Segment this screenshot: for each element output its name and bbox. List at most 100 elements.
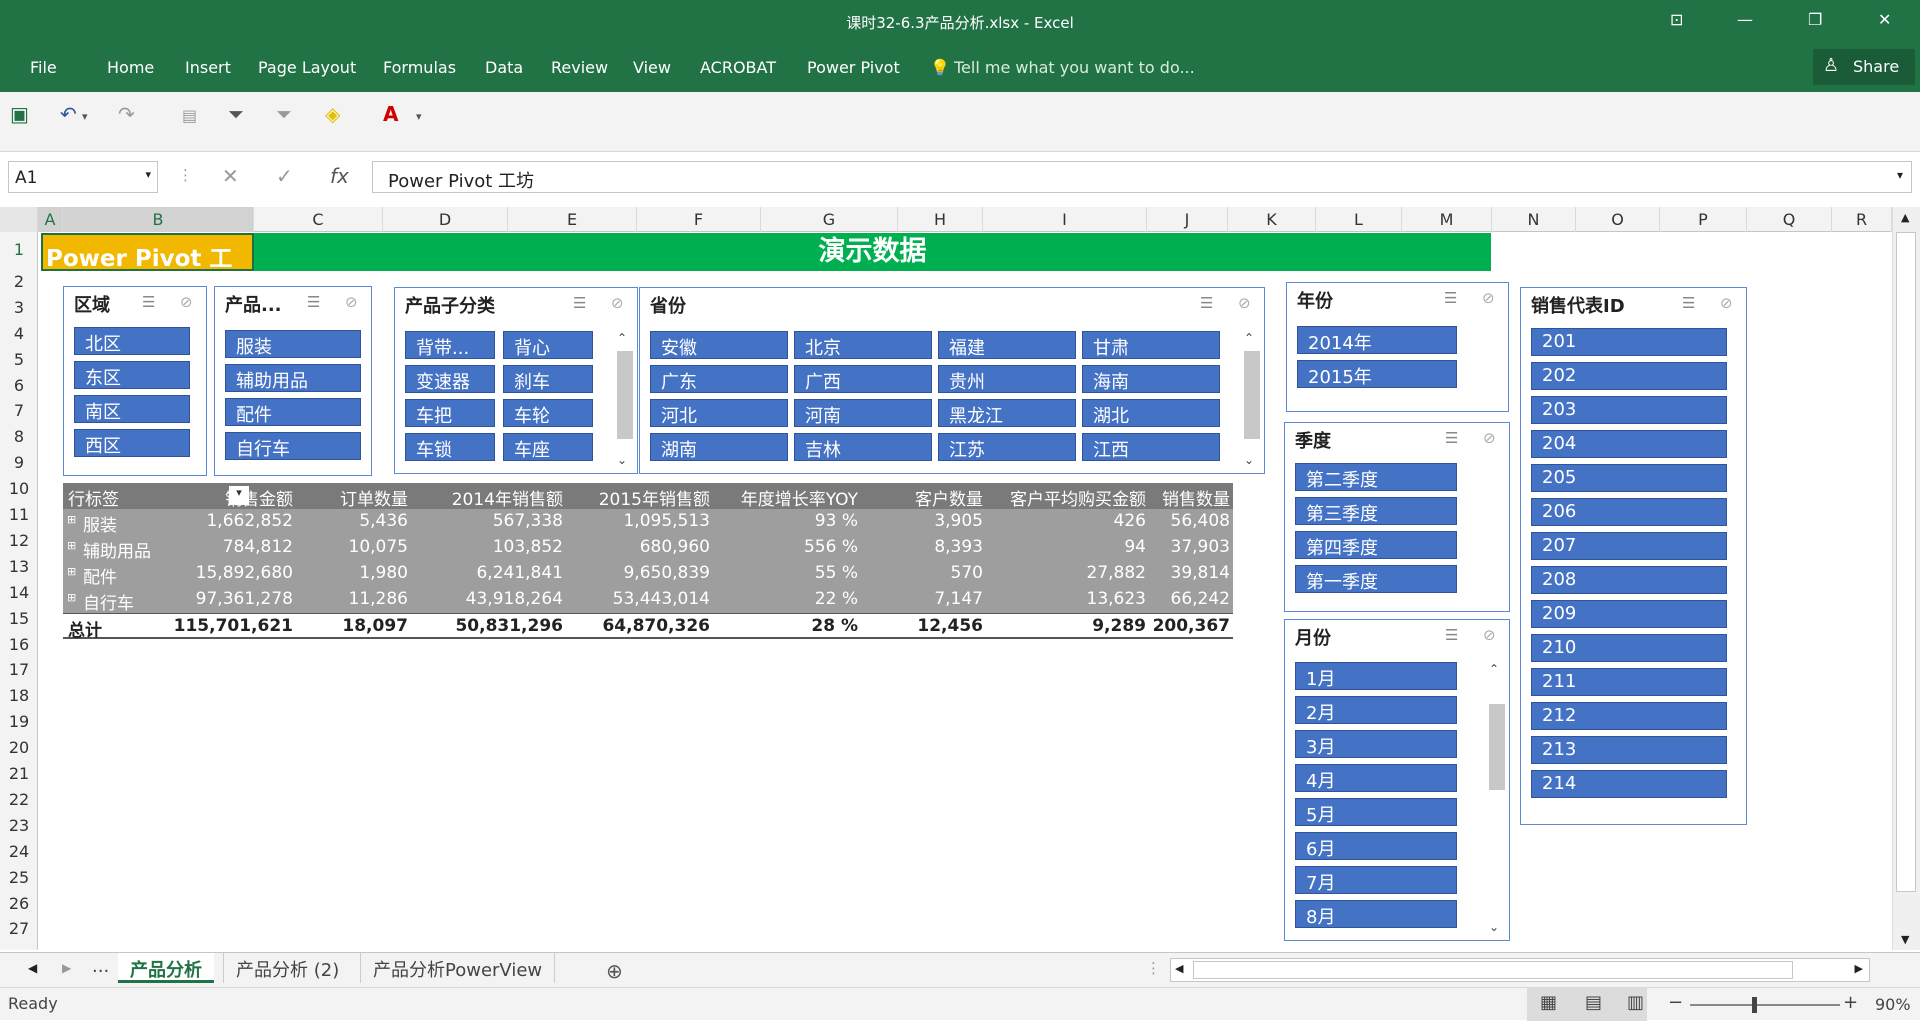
chevron-up-icon[interactable]: ⌃ [617,331,627,345]
slicer-scrollbar[interactable]: ⌃ ⌄ [1487,662,1507,934]
pivot-column-header[interactable]: 行标签 [68,485,119,510]
slicer-item[interactable]: 北区 [74,327,190,355]
vertical-scroll-thumb[interactable] [1896,232,1916,892]
row-label-filter-button[interactable]: ▾ [229,486,249,505]
pivot-value-cell[interactable]: 10,075 [349,537,408,557]
slicer-scroll-thumb[interactable] [1244,351,1260,439]
pivot-value-cell[interactable]: 37,903 [1171,537,1230,557]
slicer-item[interactable]: 1月 [1295,662,1457,690]
slicer-item[interactable]: 210 [1531,634,1727,662]
customize-qat-icon[interactable]: ▾ [416,110,422,123]
horizontal-scrollbar[interactable]: ◀ ▶ [1170,958,1870,982]
expand-icon[interactable]: ⊞ [67,513,76,526]
pivot-value-cell[interactable]: 1,662,852 [206,511,293,531]
cancel-icon[interactable]: ✕ [222,164,239,188]
chevron-down-icon[interactable]: ⌄ [1244,453,1254,467]
pivot-value-cell[interactable]: 680,960 [640,537,710,557]
pivot-value-cell[interactable]: 426 [1114,511,1146,531]
pivot-row-label[interactable]: 辅助用品 [83,537,151,562]
slicer-item[interactable]: 南区 [74,395,190,423]
slicer-item[interactable]: 黑龙江 [938,399,1076,427]
slicer-scrollbar[interactable]: ⌃ ⌄ [615,331,635,467]
expand-icon[interactable]: ⊞ [67,539,76,552]
row-header[interactable]: 21 [0,764,38,789]
pivot-value-cell[interactable]: 93 % [815,511,858,531]
sheet-tab-active[interactable]: 产品分析 [118,953,214,983]
slicer-item[interactable]: 河北 [650,399,788,427]
slicer-item[interactable]: 第二季度 [1295,463,1457,491]
zoom-level[interactable]: 90% [1875,995,1911,1014]
slicer-item[interactable]: 贵州 [938,365,1076,393]
column-header[interactable]: I [983,207,1147,232]
chevron-up-icon[interactable]: ⌃ [1244,331,1254,345]
slicer-item[interactable]: 206 [1531,498,1727,526]
pivot-value-cell[interactable]: 200,367 [1153,616,1230,636]
slicer-item[interactable]: 车座 [503,433,593,461]
pivot-value-cell[interactable]: 56,408 [1171,511,1230,531]
slicer-item[interactable]: 6月 [1295,832,1457,860]
tab-acrobat[interactable]: ACROBAT [700,58,776,77]
slicer-item[interactable]: 211 [1531,668,1727,696]
sheet-tab[interactable]: 产品分析PowerView [360,953,556,983]
clear-filter-icon[interactable]: ⊘ [1483,626,1496,644]
column-header[interactable]: H [898,207,983,232]
slicer-item[interactable]: 2015年 [1297,360,1457,388]
row-header[interactable]: 15 [0,609,38,634]
pivot-value-cell[interactable]: 27,882 [1087,563,1146,583]
pivot-value-cell[interactable]: 97,361,278 [196,589,293,609]
pivot-value-cell[interactable]: 64,870,326 [602,616,710,636]
filter-icon[interactable]: ⏷ [228,102,244,126]
column-header[interactable]: L [1316,207,1402,232]
clear-filter-icon[interactable]: ⊘ [1483,429,1496,447]
slicer-item[interactable]: 河南 [794,399,932,427]
save-icon[interactable]: ▣ [10,102,29,126]
slicer-item[interactable]: 214 [1531,770,1727,798]
scroll-up-icon[interactable]: ▲ [1901,211,1909,224]
slicer-item[interactable]: 配件 [225,398,361,426]
slicer-item[interactable]: 湖北 [1082,399,1220,427]
row-header[interactable]: 4 [0,324,38,349]
tab-review[interactable]: Review [551,58,608,77]
next-sheet-icon[interactable]: ▶ [62,961,71,975]
slicer-item[interactable]: 车锁 [405,433,495,461]
zoom-slider-thumb[interactable] [1752,997,1757,1013]
slicer-item[interactable]: 服装 [225,330,361,358]
pivot-value-cell[interactable]: 1,095,513 [623,511,710,531]
zoom-out-button[interactable]: − [1668,992,1683,1013]
slicer-scroll-thumb[interactable] [1489,704,1505,790]
tell-me-box[interactable]: Tell me what you want to do... [954,58,1195,77]
row-header[interactable]: 12 [0,531,38,556]
slicer-item[interactable]: 北京 [794,331,932,359]
enter-icon[interactable]: ✓ [276,164,293,188]
column-header[interactable]: A [38,207,63,232]
slicer-item[interactable]: 207 [1531,532,1727,560]
slicer-item[interactable]: 甘肃 [1082,331,1220,359]
pivot-value-cell[interactable]: 22 % [815,589,858,609]
normal-view-icon[interactable]: ▦ [1540,992,1557,1013]
pivot-value-cell[interactable]: 18,097 [342,616,408,636]
undo-dropdown-icon[interactable]: ▾ [82,110,88,123]
pivot-value-cell[interactable]: 570 [951,563,983,583]
pivot-value-cell[interactable]: 13,623 [1087,589,1146,609]
clear-filter-icon[interactable]: ⏷ [276,102,292,126]
number-format-icon[interactable]: ▤ [182,106,197,125]
slicer-item[interactable]: 3月 [1295,730,1457,758]
tab-formulas[interactable]: Formulas [383,58,456,77]
tab-home[interactable]: Home [107,58,154,77]
slicer-item[interactable]: 变速器 [405,365,495,393]
row-header[interactable]: 6 [0,376,38,401]
row-header[interactable]: 26 [0,894,38,919]
zoom-in-button[interactable]: + [1843,992,1858,1013]
page-break-view-icon[interactable]: ▥ [1627,992,1644,1013]
slicer-item[interactable]: 江西 [1082,433,1220,461]
pivot-value-cell[interactable]: 55 % [815,563,858,583]
multi-select-icon[interactable]: ☰ [1445,429,1458,447]
sheet-tab[interactable]: 产品分析 (2) [223,953,351,983]
column-header[interactable]: D [383,207,508,232]
pivot-value-cell[interactable]: 567,338 [493,511,563,531]
pivot-column-header[interactable]: 年度增长率YOY [741,485,858,510]
slicer-item[interactable]: 201 [1531,328,1727,356]
pivot-value-cell[interactable]: 94 [1124,537,1146,557]
scroll-down-icon[interactable]: ▼ [1901,933,1909,946]
slicer-item[interactable]: 广东 [650,365,788,393]
